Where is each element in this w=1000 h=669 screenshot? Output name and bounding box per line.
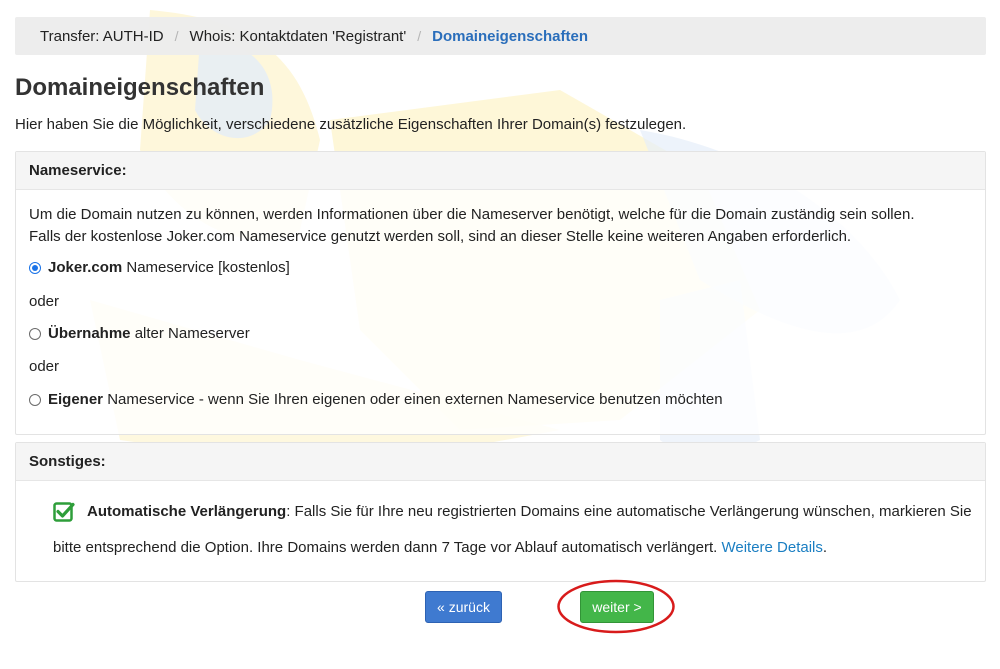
radio-option-own[interactable]: Eigener Nameservice - wenn Sie Ihren eig… [29, 391, 723, 408]
breadcrumb-item-current: Domaineigenschaften [432, 27, 588, 45]
page-intro: Hier haben Sie die Möglichkeit, verschie… [15, 116, 687, 133]
radio-option-joker-text: Nameservice [kostenlos] [122, 259, 290, 276]
radio-option-own-bold: Eigener [48, 391, 104, 408]
more-details-link[interactable]: Weitere Details [721, 539, 822, 556]
auto-renew-label: Automatische Verlängerung [87, 503, 287, 520]
nameservice-description-line2: Falls der kostenlose Joker.com Nameservi… [29, 228, 852, 245]
radio-option-takeover-text: alter Nameserver [130, 325, 250, 342]
auto-renew-description-part2: bitte entsprechend die Option. Ihre Doma… [53, 539, 722, 556]
auto-renew-trailing-period: . [822, 539, 828, 556]
other-panel: Sonstiges: Automatische Verlängerung: Fa… [15, 442, 986, 582]
breadcrumb: Transfer: AUTH-ID / Whois: Kontaktdaten … [15, 17, 986, 55]
radio-option-takeover-bold: Übernahme [48, 325, 131, 342]
auto-renew-description-part1: : Falls Sie für Ihre neu registrierten D… [286, 503, 972, 520]
nameservice-heading: Nameservice: [16, 152, 985, 190]
auto-renew-text-line1: Automatische Verlängerung: Falls Sie für… [87, 503, 972, 520]
auto-renew-checkbox-icon[interactable] [53, 501, 75, 523]
radio-button-joker[interactable] [29, 261, 41, 274]
next-button[interactable]: weiter > [580, 591, 654, 623]
radio-option-own-text: Nameservice - wenn Sie Ihren eigenen ode… [103, 391, 723, 408]
back-button[interactable]: « zurück [425, 591, 502, 623]
page-content: Transfer: AUTH-ID / Whois: Kontaktdaten … [0, 0, 1000, 669]
breadcrumb-item-auth-id[interactable]: Transfer: AUTH-ID [40, 28, 164, 45]
radio-button-own[interactable] [29, 393, 41, 406]
nameservice-panel: Nameservice: Um die Domain nutzen zu kön… [15, 151, 986, 435]
radio-option-takeover[interactable]: Übernahme alter Nameserver [29, 325, 250, 342]
breadcrumb-item-whois[interactable]: Whois: Kontaktdaten 'Registrant' [190, 28, 407, 45]
radio-option-joker[interactable]: Joker.com Nameservice [kostenlos] [29, 259, 290, 276]
other-heading: Sonstiges: [16, 443, 985, 481]
breadcrumb-separator: / [417, 28, 422, 44]
or-label: oder [29, 358, 60, 375]
page-title: Domaineigenschaften [15, 74, 265, 101]
or-label: oder [29, 293, 60, 310]
breadcrumb-separator: / [174, 28, 179, 44]
radio-button-takeover[interactable] [29, 327, 41, 340]
auto-renew-text-line2: bitte entsprechend die Option. Ihre Doma… [53, 539, 827, 556]
radio-option-joker-bold: Joker.com [48, 259, 123, 276]
nameservice-description-line1: Um die Domain nutzen zu können, werden I… [29, 206, 915, 223]
